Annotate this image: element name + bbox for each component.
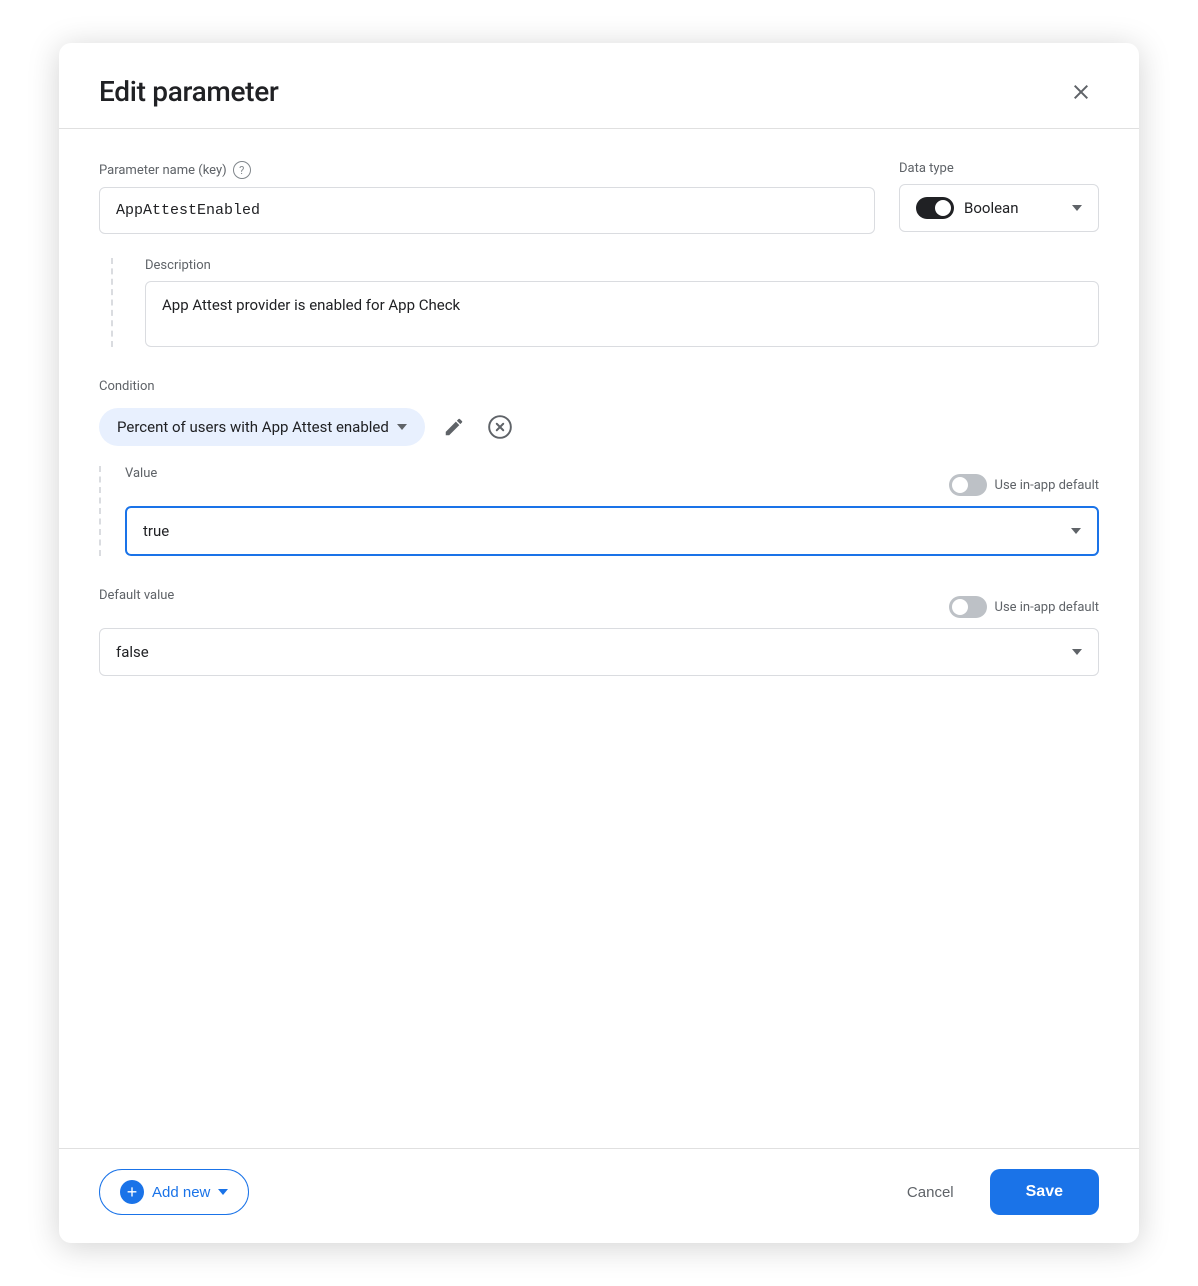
data-type-select[interactable]: Boolean <box>899 184 1099 232</box>
dialog-title: Edit parameter <box>99 75 279 108</box>
default-chevron-icon <box>1072 649 1082 655</box>
parameter-row: Parameter name (key) ? Data type Boolean <box>99 161 1099 234</box>
value-select-text: true <box>143 522 169 540</box>
default-value-label: Default value <box>99 588 174 603</box>
default-use-default-toggle[interactable] <box>949 596 987 618</box>
x-circle-icon <box>487 414 513 440</box>
edit-condition-button[interactable] <box>439 412 469 442</box>
parameter-name-input[interactable] <box>99 187 875 234</box>
default-value-select-text: false <box>116 643 149 661</box>
condition-section: Condition Percent of users with App Atte… <box>99 379 1099 556</box>
cancel-button[interactable]: Cancel <box>891 1174 970 1211</box>
default-value-select[interactable]: false <box>99 628 1099 676</box>
condition-row: Percent of users with App Attest enabled <box>99 408 1099 446</box>
condition-chevron-icon <box>397 424 407 430</box>
add-new-button[interactable]: + Add new <box>99 1169 249 1215</box>
default-value-section: Default value Use in-app default false <box>99 588 1099 676</box>
data-type-label-text: Data type <box>899 161 1099 176</box>
save-button[interactable]: Save <box>990 1169 1099 1215</box>
description-section: Description <box>111 258 1099 347</box>
use-in-app-default-row: Use in-app default <box>949 466 1099 496</box>
default-value-row: Default value Use in-app default <box>99 588 1099 618</box>
edit-parameter-dialog: Edit parameter Parameter name (key) ? Da… <box>59 43 1139 1243</box>
toggle-on-icon <box>916 197 954 219</box>
parameter-name-label: Parameter name (key) ? <box>99 161 875 179</box>
dialog-footer: + Add new Cancel Save <box>59 1148 1139 1243</box>
condition-chip-label: Percent of users with App Attest enabled <box>117 418 389 436</box>
condition-label: Condition <box>99 379 1099 394</box>
dialog-header: Edit parameter <box>59 43 1139 129</box>
use-default-label: Use in-app default <box>995 478 1099 493</box>
close-icon <box>1069 80 1093 104</box>
close-button[interactable] <box>1063 76 1099 108</box>
description-group: Description <box>145 258 1099 347</box>
help-icon[interactable]: ? <box>233 161 251 179</box>
add-new-chevron-icon <box>218 1189 228 1195</box>
chevron-down-icon <box>1072 205 1082 211</box>
use-default-toggle[interactable] <box>949 474 987 496</box>
remove-condition-button[interactable] <box>483 410 517 444</box>
value-row: Value Use in-app default <box>125 466 1099 496</box>
value-section: Value Use in-app default true <box>99 466 1099 556</box>
dialog-body: Parameter name (key) ? Data type Boolean <box>59 129 1139 1148</box>
value-label: Value <box>125 466 157 481</box>
default-use-default-label: Use in-app default <box>995 600 1099 615</box>
value-select[interactable]: true <box>125 506 1099 556</box>
description-input[interactable] <box>145 281 1099 347</box>
parameter-name-group: Parameter name (key) ? <box>99 161 875 234</box>
condition-chip[interactable]: Percent of users with App Attest enabled <box>99 408 425 446</box>
value-chevron-icon <box>1071 528 1081 534</box>
add-new-label: Add new <box>152 1184 210 1201</box>
description-label: Description <box>145 258 1099 273</box>
data-type-group: Data type Boolean <box>899 161 1099 232</box>
add-icon: + <box>120 1180 144 1204</box>
default-use-in-app-default-row: Use in-app default <box>949 588 1099 618</box>
pencil-icon <box>443 416 465 438</box>
footer-right: Cancel Save <box>891 1169 1099 1215</box>
